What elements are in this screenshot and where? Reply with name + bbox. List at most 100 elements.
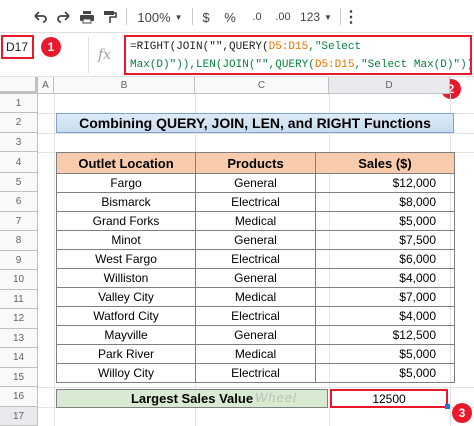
- increase-decimal-button[interactable]: .00: [270, 6, 296, 28]
- increase-decimal-label: .00: [275, 11, 291, 23]
- cell-product[interactable]: General: [195, 325, 316, 345]
- cell-location[interactable]: Grand Forks: [56, 211, 196, 231]
- gridline: [38, 133, 474, 134]
- table-row: Bismarck Electrical $8,000: [56, 192, 455, 212]
- cell-location[interactable]: Bismarck: [56, 192, 196, 212]
- sales-table: Outlet Location Products Sales ($) Fargo…: [56, 152, 455, 383]
- cell-location[interactable]: Valley City: [56, 287, 196, 307]
- header-products[interactable]: Products: [195, 152, 316, 174]
- cell-location[interactable]: Minot: [56, 230, 196, 250]
- decrease-decimal-button[interactable]: .0: [246, 6, 268, 28]
- table-row: Grand Forks Medical $5,000: [56, 211, 455, 231]
- separator: [340, 8, 341, 25]
- row-header[interactable]: 2: [0, 113, 38, 133]
- formula-bar: D17 1 fx =RIGHT(JOIN("",QUERY(D5:D15,"Se…: [0, 33, 474, 77]
- annotation-badge-1: 1: [41, 37, 61, 57]
- cell-product[interactable]: Medical: [195, 211, 316, 231]
- largest-sales-label[interactable]: Largest Sales Value: [56, 389, 328, 408]
- row-header[interactable]: 10: [0, 270, 38, 290]
- separator: [192, 8, 193, 25]
- row-header[interactable]: 4: [0, 152, 38, 173]
- formula-text: ,"Select: [308, 41, 362, 53]
- row-header[interactable]: 5: [0, 173, 38, 192]
- cell-sales[interactable]: $6,000: [315, 249, 455, 269]
- largest-sales-value-cell[interactable]: 12500: [330, 389, 448, 408]
- cell-product[interactable]: General: [195, 230, 316, 250]
- column-header-a[interactable]: A: [38, 77, 54, 94]
- table-row: Fargo General $12,000: [56, 173, 455, 193]
- cell-sales[interactable]: $7,500: [315, 230, 455, 250]
- cell-product[interactable]: Electrical: [195, 249, 316, 269]
- cell-sales[interactable]: $5,000: [315, 363, 455, 383]
- more-formats-button[interactable]: 123 ▼: [298, 6, 334, 28]
- zoom-select[interactable]: 100% ▼: [136, 6, 184, 28]
- cell-location[interactable]: Fargo: [56, 173, 196, 193]
- cell-product[interactable]: Electrical: [195, 192, 316, 212]
- cell-sales[interactable]: $5,000: [315, 211, 455, 231]
- row-header[interactable]: 9: [0, 251, 38, 270]
- sheet-title[interactable]: Combining QUERY, JOIN, LEN, and RIGHT Fu…: [56, 113, 454, 133]
- cell-sales[interactable]: $7,000: [315, 287, 455, 307]
- cell-sales[interactable]: $4,000: [315, 306, 455, 326]
- row-header[interactable]: 14: [0, 348, 38, 368]
- table-row: Valley City Medical $7,000: [56, 287, 455, 307]
- cell-sales[interactable]: $5,000: [315, 344, 455, 364]
- table-header-row: Outlet Location Products Sales ($): [56, 152, 455, 174]
- row-header[interactable]: 1: [0, 94, 38, 113]
- divider: [88, 37, 89, 73]
- cell-sales[interactable]: $8,000: [315, 192, 455, 212]
- row-header[interactable]: 17: [0, 407, 38, 426]
- row-header[interactable]: 3: [0, 133, 38, 152]
- paint-format-icon[interactable]: [100, 6, 120, 28]
- redo-icon[interactable]: [54, 6, 74, 28]
- cell-product[interactable]: Electrical: [195, 363, 316, 383]
- formula-range-ref: D5:D15: [268, 41, 309, 53]
- cell-sales[interactable]: $4,000: [315, 268, 455, 288]
- row-header[interactable]: 16: [0, 387, 38, 407]
- percent-button[interactable]: %: [222, 6, 238, 28]
- cell-product[interactable]: General: [195, 173, 316, 193]
- fill-handle[interactable]: [445, 404, 450, 409]
- header-sales[interactable]: Sales ($): [315, 152, 455, 174]
- cell-sales[interactable]: $12,500: [315, 325, 455, 345]
- row-header[interactable]: 13: [0, 329, 38, 348]
- cell-product[interactable]: General: [195, 268, 316, 288]
- header-outlet-location[interactable]: Outlet Location: [56, 152, 196, 174]
- row-header[interactable]: 11: [0, 290, 38, 309]
- column-header-b[interactable]: B: [54, 77, 195, 94]
- row-header[interactable]: 15: [0, 368, 38, 387]
- cell-location[interactable]: Park River: [56, 344, 196, 364]
- table-row: Mayville General $12,500: [56, 325, 455, 345]
- more-options-icon[interactable]: ⋮: [343, 6, 359, 28]
- formula-input[interactable]: =RIGHT(JOIN("",QUERY(D5:D15,"Select Max(…: [124, 35, 472, 75]
- cell-sales[interactable]: $12,000: [315, 173, 455, 193]
- cell-product[interactable]: Electrical: [195, 306, 316, 326]
- table-row: Park River Medical $5,000: [56, 344, 455, 364]
- cell-product[interactable]: Medical: [195, 344, 316, 364]
- select-all-corner[interactable]: [0, 77, 38, 94]
- cell-location[interactable]: Willoy City: [56, 363, 196, 383]
- row-header[interactable]: 8: [0, 231, 38, 251]
- row-header[interactable]: 12: [0, 309, 38, 329]
- formula-text: Max(D)")),LEN(JOIN("",QUERY(: [130, 59, 315, 71]
- row-header[interactable]: 7: [0, 212, 38, 231]
- column-header-d[interactable]: D: [329, 77, 450, 94]
- row-header[interactable]: 6: [0, 192, 38, 212]
- formula-range-ref: D5:D15: [314, 59, 355, 71]
- cell-location[interactable]: Williston: [56, 268, 196, 288]
- table-row: West Fargo Electrical $6,000: [56, 249, 455, 269]
- decrease-decimal-label: .0: [252, 11, 262, 23]
- cell-location[interactable]: West Fargo: [56, 249, 196, 269]
- undo-icon[interactable]: [30, 6, 50, 28]
- name-box[interactable]: D17: [1, 35, 34, 59]
- formula-text: =RIGHT(JOIN("",QUERY(: [130, 41, 269, 53]
- cell-location[interactable]: Mayville: [56, 325, 196, 345]
- chevron-down-icon: ▼: [174, 12, 183, 22]
- print-icon[interactable]: [77, 6, 97, 28]
- toolbar: 100% ▼ $ % .0 .00 123 ▼ ⋮: [0, 0, 474, 33]
- table-row: Watford City Electrical $4,000: [56, 306, 455, 326]
- column-header-c[interactable]: C: [195, 77, 329, 94]
- cell-product[interactable]: Medical: [195, 287, 316, 307]
- currency-button[interactable]: $: [198, 6, 214, 28]
- cell-location[interactable]: Watford City: [56, 306, 196, 326]
